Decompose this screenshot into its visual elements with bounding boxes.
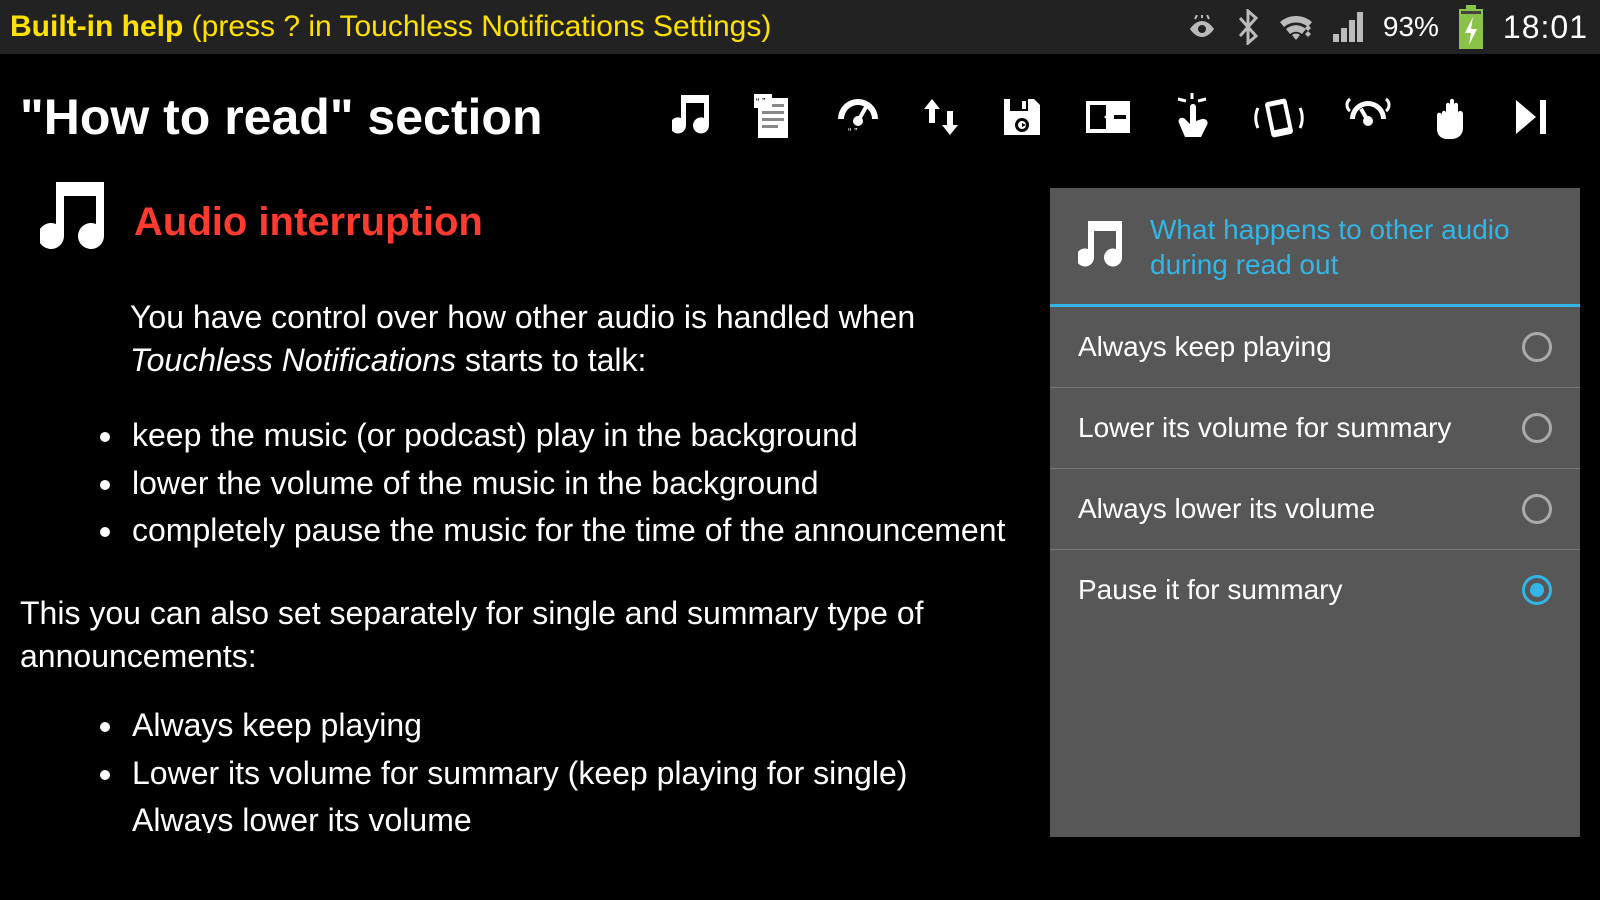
svg-text:“ ”: “ ” — [848, 127, 857, 138]
next-icon[interactable] — [1514, 98, 1548, 136]
list-item: keep the music (or podcast) play in the … — [126, 414, 1020, 457]
options-panel: What happens to other audio during read … — [1050, 188, 1580, 837]
battery-icon — [1457, 5, 1485, 49]
option-row[interactable]: Always keep playing — [1050, 307, 1580, 388]
help-text: Audio interruption You have control over… — [20, 182, 1030, 837]
option-label: Always lower its volume — [1078, 493, 1375, 525]
touch-icon[interactable] — [1172, 93, 1214, 141]
signal-icon — [1333, 12, 1365, 42]
updown-icon[interactable] — [922, 95, 960, 139]
radio-button[interactable] — [1522, 575, 1552, 605]
eye-icon — [1185, 15, 1219, 39]
panel-music-icon — [1078, 221, 1126, 273]
option-row[interactable]: Lower its volume for summary — [1050, 388, 1580, 469]
radio-button[interactable] — [1522, 332, 1552, 362]
bullet-list-1: keep the music (or podcast) play in the … — [20, 414, 1020, 552]
list-item: Lower its volume for summary (keep playi… — [126, 752, 1020, 795]
clock: 18:01 — [1503, 9, 1588, 46]
svg-text:“ ”: “ ” — [756, 97, 765, 108]
status-help-text: Built-in help (press ? in Touchless Noti… — [10, 10, 771, 44]
option-label: Lower its volume for summary — [1078, 412, 1451, 444]
page-title: "How to read" section — [20, 88, 543, 146]
list-item: Always keep playing — [126, 704, 1020, 747]
section-music-icon — [40, 182, 112, 262]
radio-button[interactable] — [1522, 494, 1552, 524]
separator-text: This you can also set separately for sin… — [20, 592, 1020, 678]
wifi-icon — [1277, 12, 1315, 42]
option-label: Pause it for summary — [1078, 574, 1343, 606]
option-row[interactable]: Always lower its volume — [1050, 469, 1580, 550]
section-intro: You have control over how other audio is… — [20, 296, 1020, 382]
sensor-icon[interactable] — [1344, 95, 1392, 139]
page-header: "How to read" section “ ” “ ” — [0, 54, 1600, 154]
layout-icon[interactable] — [1084, 97, 1132, 137]
notes-icon[interactable]: “ ” — [754, 94, 794, 140]
list-item: lower the volume of the music in the bac… — [126, 462, 1020, 505]
music-icon[interactable] — [672, 95, 714, 139]
nav-icons: “ ” “ ” — [672, 93, 1568, 141]
option-row[interactable]: Pause it for summary — [1050, 550, 1580, 630]
battery-percent: 93% — [1383, 11, 1439, 43]
status-indicators: 93% 18:01 — [1185, 5, 1588, 49]
radio-button[interactable] — [1522, 413, 1552, 443]
list-item: completely pause the music for the time … — [126, 509, 1020, 552]
panel-title: What happens to other audio during read … — [1150, 212, 1558, 282]
hand-icon[interactable] — [1432, 93, 1474, 141]
section-header: Audio interruption — [20, 182, 1020, 262]
list-item: Always lower its volume — [126, 799, 1020, 833]
save-icon[interactable] — [1000, 95, 1044, 139]
content-area: Audio interruption You have control over… — [0, 154, 1600, 837]
status-bar: Built-in help (press ? in Touchless Noti… — [0, 0, 1600, 54]
bluetooth-icon — [1237, 9, 1259, 45]
gauge-icon[interactable]: “ ” — [834, 95, 882, 139]
panel-header: What happens to other audio during read … — [1050, 188, 1580, 307]
section-title: Audio interruption — [134, 195, 483, 249]
bullet-list-2: Always keep playing Lower its volume for… — [20, 704, 1020, 832]
shake-icon[interactable] — [1254, 94, 1304, 140]
option-label: Always keep playing — [1078, 331, 1332, 363]
